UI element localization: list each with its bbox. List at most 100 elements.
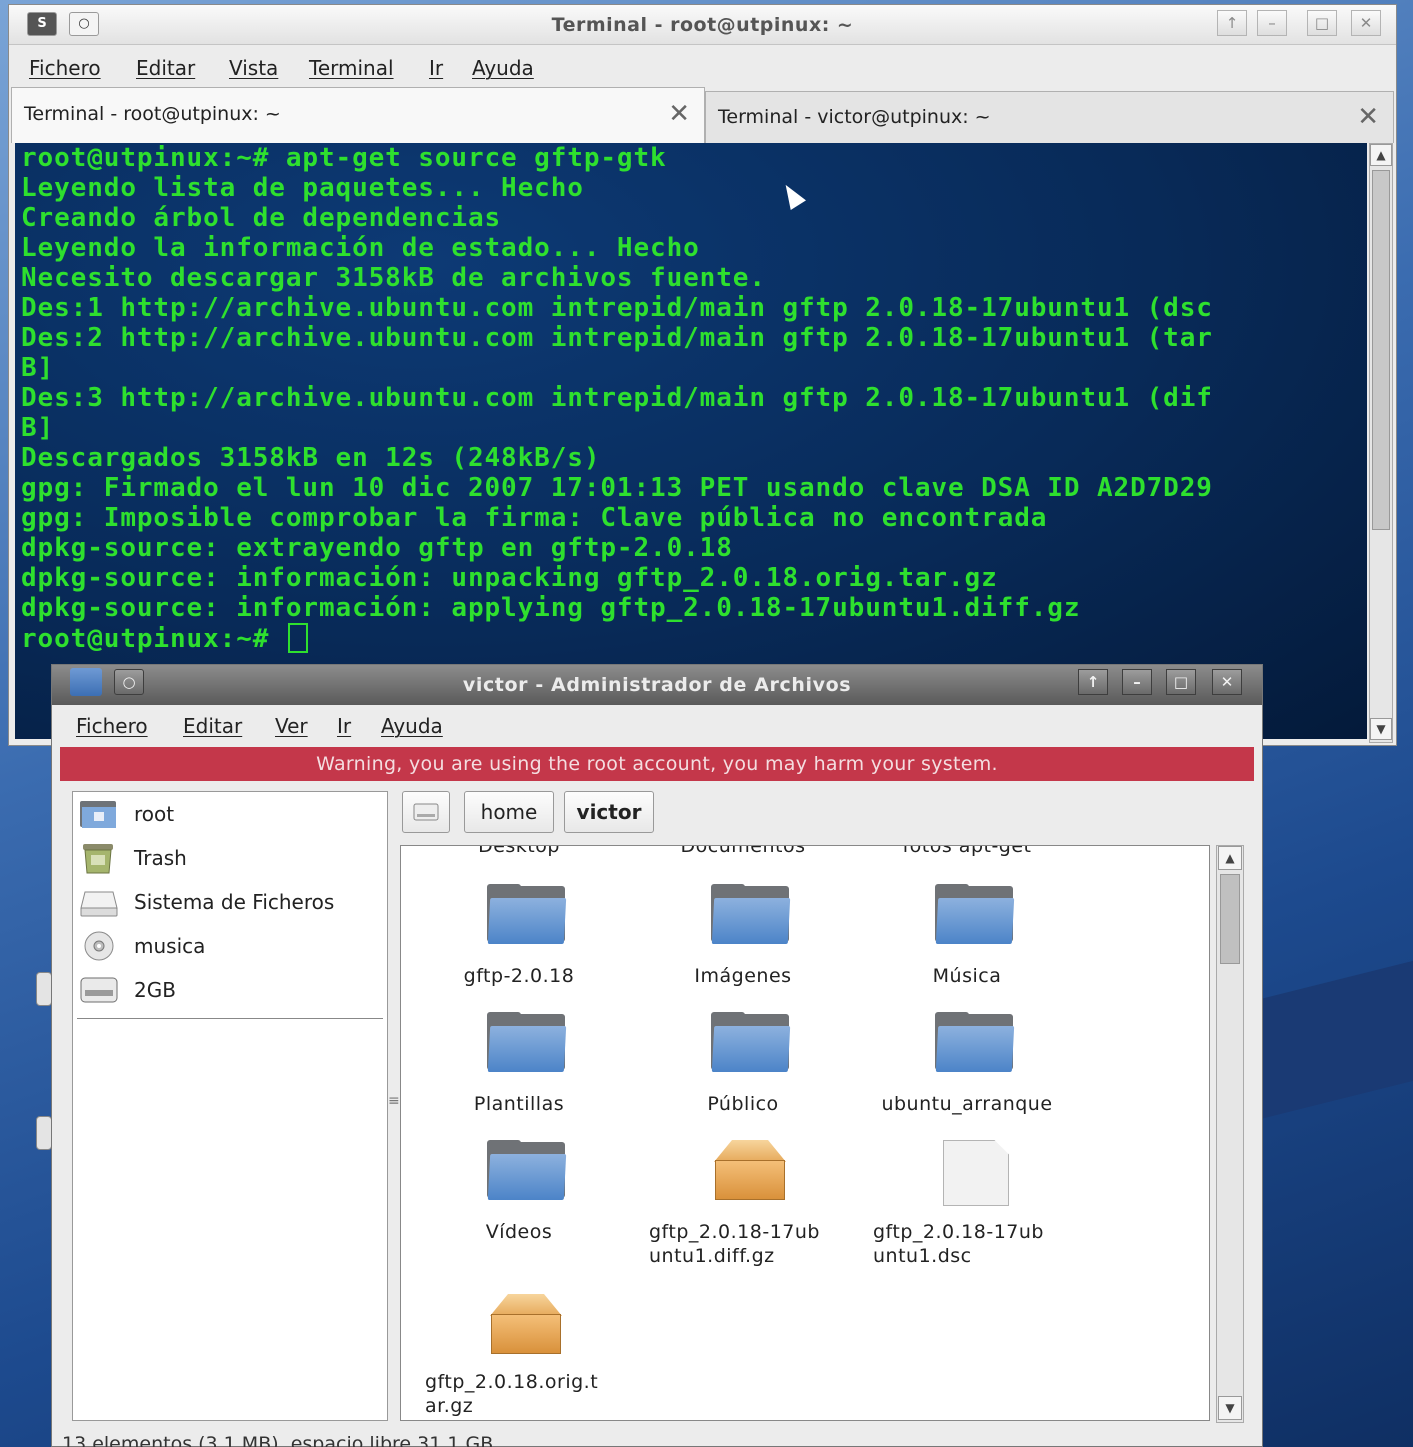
sidebar-item-label: musica (134, 934, 206, 958)
file-label: fotos apt-get (902, 845, 1032, 857)
sidebar-divider (77, 1018, 383, 1019)
filesystem-root-crumb[interactable] (402, 791, 450, 833)
maximize-button[interactable]: □ (1307, 10, 1337, 36)
desktop-panel-handle[interactable] (36, 972, 52, 1006)
close-button[interactable]: ✕ (1212, 669, 1242, 695)
mouse-pointer-icon (778, 180, 806, 210)
file-label-line: gftp_2.0.18.orig.t (425, 1371, 599, 1393)
home-folder-icon (79, 798, 119, 830)
terminal-output[interactable]: root@utpinux:~# apt-get source gftp-gtk … (15, 143, 1367, 739)
desktop-panel-handle[interactable] (36, 1116, 52, 1150)
terminal-prompt-line: root@utpinux:~# (21, 623, 308, 654)
terminal-line: gpg: Firmado el lun 10 dic 2007 17:01:13… (21, 473, 1213, 503)
file-label-line: gftp_2.0.18-17ub (649, 1221, 820, 1243)
terminal-line: gpg: Imposible comprobar la firma: Clave… (21, 503, 1048, 533)
file-label: ubuntu_arranque (881, 1093, 1053, 1115)
file-label: Música (932, 965, 1002, 987)
sidebar-item-root[interactable]: root (79, 794, 383, 834)
scrollbar-thumb[interactable] (1220, 874, 1240, 964)
close-tab-icon[interactable]: ✕ (1357, 92, 1379, 142)
menu-ir[interactable]: Ir (429, 56, 443, 80)
package-icon (705, 1140, 795, 1202)
close-tab-icon[interactable]: ✕ (668, 88, 690, 140)
menu-ir[interactable]: Ir (337, 714, 351, 738)
sidebar-item-label: root (134, 802, 175, 826)
minimize-button[interactable]: – (1122, 669, 1152, 695)
shade-button[interactable]: ↑ (1217, 10, 1247, 36)
sidebar-item-label: 2GB (134, 978, 176, 1002)
menu-ayuda[interactable]: Ayuda (472, 56, 534, 80)
sidebar-item-filesystem[interactable]: Sistema de Ficheros (79, 882, 383, 922)
folder-icon (935, 884, 1015, 944)
trash-icon (79, 842, 119, 874)
terminal-line: Descargados 3158kB en 12s (248kB/s) (21, 443, 601, 473)
scrollbar-thumb[interactable] (1372, 170, 1390, 530)
package-icon (481, 1294, 571, 1356)
file-label-line: ar.gz (425, 1395, 474, 1417)
drive-icon (79, 886, 119, 918)
terminal-window: S ○ Terminal - root@utpinux: ~ ↑ – □ ✕ F… (8, 4, 1397, 746)
file-manager-menubar: Fichero Editar Ver Ir Ayuda (52, 705, 1262, 745)
terminal-window-title: Terminal - root@utpinux: ~ (551, 14, 854, 36)
document-icon (943, 1140, 1009, 1206)
maximize-button[interactable]: □ (1166, 669, 1196, 695)
tab-root-terminal[interactable]: Terminal - root@utpinux: ~ ✕ (11, 87, 705, 143)
tab-victor-terminal[interactable]: Terminal - victor@utpinux: ~ ✕ (705, 91, 1394, 143)
terminal-titlebar[interactable]: S ○ Terminal - root@utpinux: ~ ↑ – □ ✕ (9, 5, 1396, 45)
terminal-line: Necesito descargar 3158kB de archivos fu… (21, 263, 766, 293)
terminal-menubar: Fichero Editar Vista Terminal Ir Ayuda (9, 47, 1396, 87)
file-label-line: gftp_2.0.18-17ub (873, 1221, 1044, 1243)
menu-fichero[interactable]: Fichero (29, 56, 101, 80)
scroll-up-icon[interactable]: ▲ (1370, 144, 1392, 166)
folder-icon (487, 1012, 567, 1072)
sidebar-item-musica[interactable]: musica (79, 926, 383, 966)
file-label: Documentos (680, 845, 806, 857)
file-label: gftp-2.0.18 (463, 965, 575, 987)
close-button[interactable]: ✕ (1351, 10, 1381, 36)
sidebar-item-2gb[interactable]: 2GB (79, 970, 383, 1010)
terminal-line: Leyendo la información de estado... Hech… (21, 233, 700, 263)
terminal-tabs: Terminal - root@utpinux: ~ ✕ Terminal - … (11, 87, 1394, 143)
terminal-prompt: root@utpinux:~# (21, 624, 286, 654)
menu-ayuda[interactable]: Ayuda (381, 714, 443, 738)
path-crumb-victor[interactable]: victor (564, 791, 654, 833)
terminal-line: dpkg-source: información: applying gftp_… (21, 593, 1081, 623)
terminal-scrollbar[interactable]: ▲ ▼ (1369, 143, 1393, 743)
terminal-line: Creando árbol de dependencias (21, 203, 502, 233)
shade-button[interactable]: ↑ (1078, 669, 1108, 695)
sidebar-item-trash[interactable]: Trash (79, 838, 383, 878)
terminal-line: Des:1 http://archive.ubuntu.com intrepid… (21, 293, 1213, 323)
terminal-line: Leyendo lista de paquetes... Hecho (21, 173, 584, 203)
places-sidebar: root Trash Sistema de Ficheros musica 2G… (72, 791, 388, 1421)
menu-editar[interactable]: Editar (136, 56, 195, 80)
terminal-line: dpkg-source: extrayendo gftp en gftp-2.0… (21, 533, 733, 563)
scroll-down-icon[interactable]: ▼ (1370, 718, 1392, 740)
scroll-up-icon[interactable]: ▲ (1218, 846, 1242, 870)
path-crumb-home[interactable]: home (464, 791, 554, 833)
file-manager-window: ○ victor - Administrador de Archivos ↑ –… (51, 664, 1263, 1447)
file-manager-titlebar[interactable]: ○ victor - Administrador de Archivos ↑ –… (52, 665, 1262, 705)
minimize-button[interactable]: – (1257, 10, 1287, 36)
usb-drive-icon (79, 974, 119, 1006)
file-view-scrollbar[interactable]: ▲ ▼ (1216, 845, 1244, 1423)
sidebar-item-label: Sistema de Ficheros (134, 890, 335, 914)
terminal-line: B] (21, 353, 55, 383)
file-icon-view[interactable]: Desktop Documentos fotos apt-get gftp-2.… (400, 845, 1210, 1421)
pane-splitter-handle[interactable]: ≡ (388, 1093, 400, 1109)
folder-icon (487, 1140, 567, 1200)
terminal-line: B] (21, 413, 55, 443)
folder-icon (711, 884, 791, 944)
sidebar-item-label: Trash (134, 846, 187, 870)
menu-fichero[interactable]: Fichero (76, 714, 148, 738)
menu-editar[interactable]: Editar (183, 714, 242, 738)
menu-terminal[interactable]: Terminal (309, 56, 394, 80)
file-label: Vídeos (485, 1221, 553, 1243)
root-warning-bar: Warning, you are using the root account,… (60, 747, 1254, 781)
menu-vista[interactable]: Vista (229, 56, 278, 80)
menu-ver[interactable]: Ver (275, 714, 308, 738)
scroll-down-icon[interactable]: ▼ (1218, 1396, 1242, 1420)
terminal-line: Des:2 http://archive.ubuntu.com intrepid… (21, 323, 1213, 353)
cdrom-icon (79, 930, 119, 962)
file-label: Plantillas (473, 1093, 565, 1115)
folder-icon (935, 1012, 1015, 1072)
